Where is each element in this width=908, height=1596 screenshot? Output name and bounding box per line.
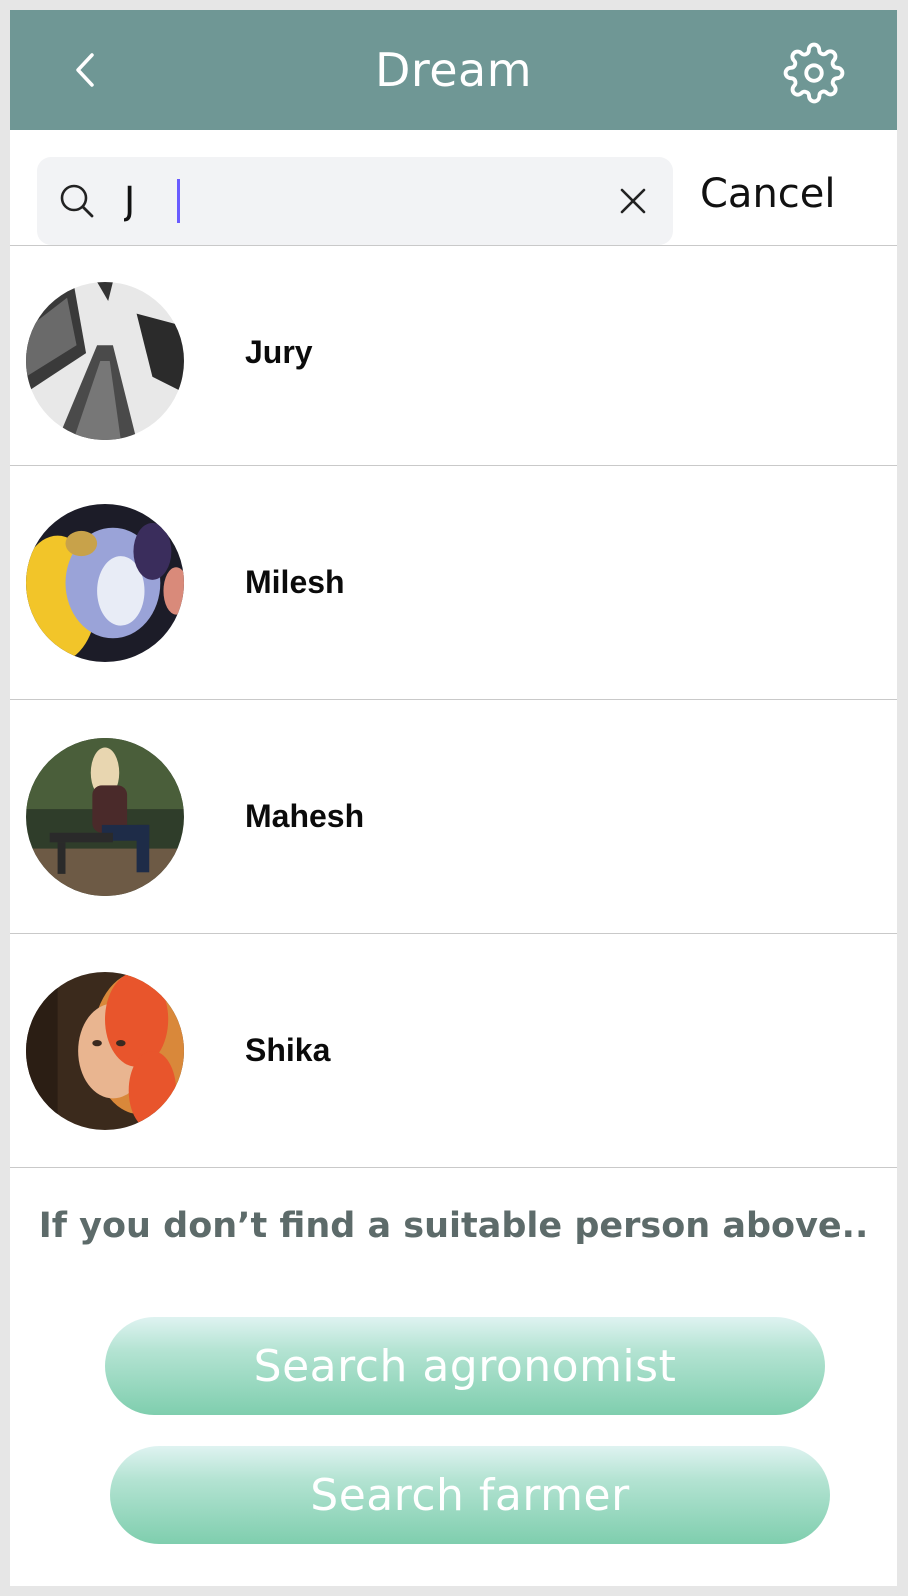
results-list: Jury Milesh Mahesh Shika <box>10 246 897 1168</box>
app-screen: Dream Cancel <box>10 10 897 1586</box>
page-title: Dream <box>374 43 533 97</box>
person-name: Milesh <box>245 564 345 600</box>
settings-button[interactable] <box>783 42 845 104</box>
person-name: Jury <box>245 334 313 370</box>
avatar <box>26 738 184 896</box>
no-result-hint: If you don’t find a suitable person abov… <box>38 1206 869 1246</box>
search-agronomist-button[interactable]: Search agronomist <box>105 1317 825 1415</box>
avatar <box>26 504 184 662</box>
person-name: Shika <box>245 1032 331 1068</box>
avatar <box>26 972 184 1130</box>
search-farmer-button[interactable]: Search farmer <box>110 1446 830 1544</box>
search-bar: Cancel <box>10 130 897 246</box>
gear-icon <box>783 42 845 104</box>
close-icon[interactable] <box>615 183 651 219</box>
list-item[interactable]: Mahesh <box>10 700 897 934</box>
search-input[interactable] <box>124 171 564 231</box>
avatar <box>26 282 184 440</box>
chevron-left-icon <box>76 53 94 87</box>
text-cursor <box>177 179 180 223</box>
person-name: Mahesh <box>245 798 365 834</box>
list-item[interactable]: Jury <box>10 246 897 466</box>
list-item[interactable]: Shika <box>10 934 897 1168</box>
list-item[interactable]: Milesh <box>10 466 897 700</box>
search-icon <box>60 184 94 218</box>
search-field[interactable] <box>37 157 673 245</box>
back-button[interactable] <box>60 44 112 96</box>
app-header: Dream <box>10 10 897 130</box>
cancel-button[interactable]: Cancel <box>700 164 836 224</box>
